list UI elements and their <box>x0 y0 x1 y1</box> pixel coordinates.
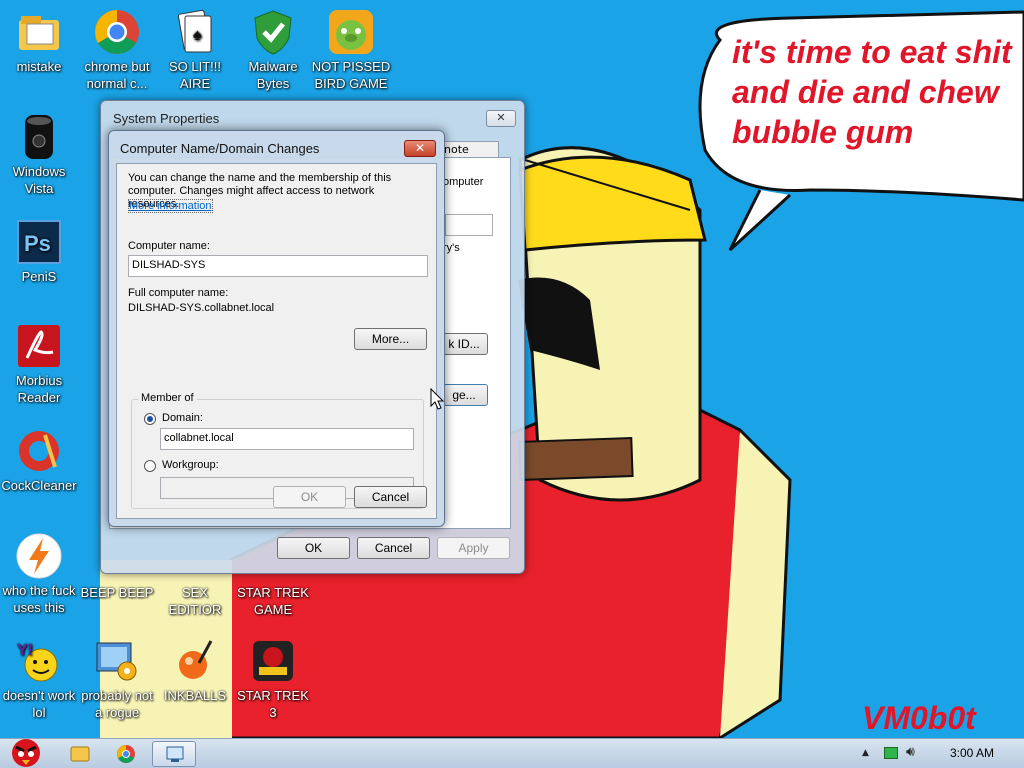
svg-text:♠: ♠ <box>193 27 202 44</box>
desktop-icon-label: probably not a rogue <box>81 688 153 720</box>
desktop-icon-rogue[interactable]: probably not a rogue <box>77 637 157 721</box>
full-name-label: Full computer name: <box>128 287 229 299</box>
desktop-icon-label: chrome but normal c... <box>84 59 150 91</box>
desktop-icon-star-trek-game[interactable]: STAR TREK GAME <box>233 584 313 618</box>
dialog-body: You can change the name and the membersh… <box>116 163 437 519</box>
pig-icon <box>327 8 375 56</box>
desktop-icon-label: CockCleaner <box>1 478 77 493</box>
chrome-icon <box>117 745 135 763</box>
desktop-icon-label: Morbius Reader <box>15 373 63 405</box>
watermark: VM0b0t <box>862 700 976 736</box>
taskbar-explorer[interactable] <box>58 741 102 767</box>
domain-field[interactable]: collabnet.local <box>160 428 414 450</box>
computer-name-dialog[interactable]: Computer Name/Domain Changes ✕ You can c… <box>108 130 445 527</box>
partial-text: omputer <box>443 176 484 188</box>
desktop-icon-inkballs[interactable]: INKBALLS <box>155 637 235 704</box>
desktop-icon-label: SEX EDITIOR <box>168 585 222 617</box>
desktop-icon-sex-editior[interactable]: SEX EDITIOR <box>155 584 235 618</box>
yahoo-icon: Y! <box>15 637 63 685</box>
desktop-icon-label: doesn't work lol <box>2 688 76 720</box>
full-name-value: DILSHAD-SYS.collabnet.local <box>128 302 275 314</box>
gears-icon <box>93 637 141 685</box>
desktop-icon-vista[interactable]: Windows Vista <box>0 113 79 197</box>
desktop-icon-label: PeniS <box>21 269 57 284</box>
desktop-icon-photoshop[interactable]: Ps PeniS <box>0 218 79 285</box>
desktop-icon-star-trek-3[interactable]: STAR TREK 3 <box>233 637 313 721</box>
dialog-title: Computer Name/Domain Changes <box>120 141 320 156</box>
svg-text:Ps: Ps <box>24 231 51 256</box>
system-properties-icon <box>166 746 184 762</box>
show-hidden-icon[interactable]: ▲ <box>862 748 869 758</box>
domain-radio[interactable] <box>144 413 156 425</box>
computer-name-label: Computer name: <box>128 240 210 252</box>
desktop-icon-label: SO LIT!!! AIRE <box>168 59 221 91</box>
clock[interactable]: 3:00 AM <box>950 746 994 760</box>
taskbar-system-properties[interactable] <box>152 741 196 767</box>
vista-icon <box>15 113 63 161</box>
desktop-icon-morbius-reader[interactable]: Morbius Reader <box>0 322 79 406</box>
thunder-icon <box>15 532 63 580</box>
solitaire-icon: ♠ <box>171 8 219 56</box>
window-title: System Properties <box>113 111 220 126</box>
computer-name-field[interactable]: DILSHAD-SYS <box>128 255 428 277</box>
desktop-icon-label: NOT PISSED BIRD GAME <box>311 59 391 91</box>
apply-button[interactable]: Apply <box>437 537 510 559</box>
shield-icon <box>249 8 297 56</box>
workgroup-radio[interactable] <box>144 460 156 472</box>
ccleaner-icon <box>15 427 63 475</box>
workgroup-label: Workgroup: <box>162 459 219 471</box>
more-information-link[interactable]: More information <box>128 199 213 213</box>
desktop-icon-chrome[interactable]: chrome but normal c... <box>77 8 157 92</box>
explorer-icon <box>70 746 90 762</box>
desktop-icon-label: mistake <box>16 59 62 74</box>
desktop-icon-ccleaner[interactable]: CockCleaner <box>0 427 79 494</box>
desktop-icon-malwarebytes[interactable]: Malware Bytes <box>233 8 313 92</box>
desktop-icon-label: STAR TREK GAME <box>237 585 309 617</box>
svg-text:Y!: Y! <box>17 642 33 659</box>
mouse-cursor-icon <box>430 388 445 410</box>
starwars-icon <box>249 637 297 685</box>
member-of-label: Member of <box>138 392 197 404</box>
volume-icon[interactable]: 🔊︎ <box>906 744 915 760</box>
description-field[interactable] <box>445 214 493 236</box>
desktop-icon-label: INKBALLS <box>163 688 227 703</box>
start-button[interactable] <box>2 733 50 768</box>
photoshop-icon: Ps <box>15 218 63 266</box>
desktop-icon-yahoo[interactable]: Y! doesn't work lol <box>0 637 79 721</box>
domain-label: Domain: <box>162 412 203 424</box>
partial-text: ry's <box>443 242 460 254</box>
more-button[interactable]: More... <box>354 328 427 350</box>
inkball-icon <box>171 637 219 685</box>
desktop-icon-solitaire[interactable]: ♠ SO LIT!!! AIRE <box>155 8 235 92</box>
ok-button[interactable]: OK <box>277 537 350 559</box>
cancel-button[interactable]: Cancel <box>354 486 427 508</box>
desktop-icon-mistake[interactable]: mistake <box>0 8 79 75</box>
network-id-button[interactable]: k ID... <box>440 333 488 355</box>
cancel-button[interactable]: Cancel <box>357 537 430 559</box>
desktop-icon-beep-beep[interactable]: BEEP BEEP <box>77 584 157 601</box>
ok-button[interactable]: OK <box>273 486 346 508</box>
close-button[interactable]: ✕ <box>486 110 516 127</box>
taskbar-chrome[interactable] <box>104 741 148 767</box>
pdf-icon <box>15 322 63 370</box>
taskbar: ▲ 🔊︎ 3:00 AM <box>0 738 1024 768</box>
desktop-icon-thunderbolt[interactable]: who the fuck uses this <box>0 532 79 616</box>
desktop-icon-label: Malware Bytes <box>248 59 298 91</box>
desktop-icon-label: Windows Vista <box>12 164 66 196</box>
desktop-icon-label: BEEP BEEP <box>80 585 154 600</box>
chrome-icon <box>93 8 141 56</box>
network-icon[interactable] <box>884 747 898 759</box>
change-button[interactable]: ge... <box>440 384 488 406</box>
desktop-icon-bird-game[interactable]: NOT PISSED BIRD GAME <box>311 8 391 92</box>
angry-bird-icon <box>12 739 40 767</box>
close-button[interactable]: ✕ <box>404 140 436 157</box>
desktop-icon-label: STAR TREK 3 <box>237 688 309 720</box>
speech-bubble-text: it's time to eat shit and die and chew b… <box>732 34 1012 150</box>
desktop-icon-label: who the fuck uses this <box>2 583 76 615</box>
folder-icon <box>15 8 63 56</box>
